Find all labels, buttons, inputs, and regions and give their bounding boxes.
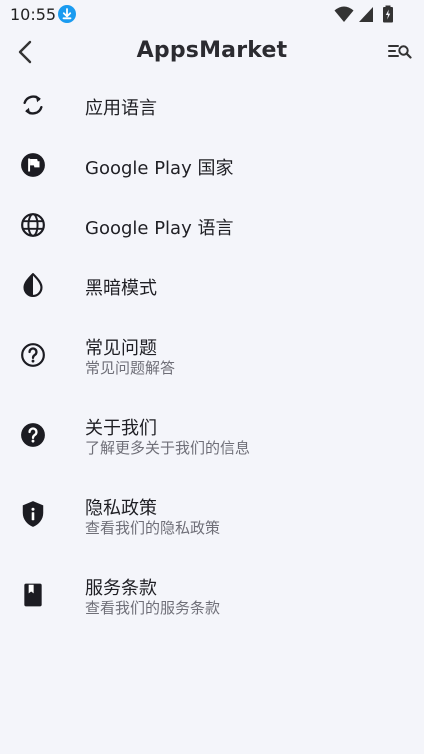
shield-info-icon (19, 500, 47, 528)
setting-play-country[interactable]: Google Play 国家 (0, 135, 424, 195)
setting-about-us[interactable]: 关于我们 了解更多关于我们的信息 (0, 405, 424, 475)
page-title: AppsMarket (136, 38, 288, 63)
download-icon (58, 5, 76, 23)
globe-icon (19, 211, 47, 239)
contrast-icon (19, 271, 47, 299)
help-filled-icon (19, 421, 47, 449)
refresh-icon (19, 91, 47, 119)
setting-terms-of-service[interactable]: 服务条款 查看我们的服务条款 (0, 565, 424, 635)
setting-title: Google Play 国家 (85, 158, 234, 179)
setting-faq[interactable]: 常见问题 常见问题解答 (0, 325, 424, 395)
setting-title: Google Play 语言 (85, 218, 234, 239)
battery-icon (383, 5, 393, 23)
setting-subtitle: 常见问题解答 (85, 359, 176, 377)
setting-subtitle: 查看我们的隐私政策 (85, 519, 221, 537)
setting-dark-mode[interactable]: 黑暗模式 (0, 255, 424, 315)
help-outline-icon (19, 341, 47, 369)
setting-privacy-policy[interactable]: 隐私政策 查看我们的隐私政策 (0, 485, 424, 555)
setting-subtitle: 了解更多关于我们的信息 (85, 439, 251, 457)
setting-subtitle: 查看我们的服务条款 (85, 599, 221, 617)
flag-icon (19, 151, 47, 179)
status-bar: 10:55 (0, 0, 424, 30)
status-time: 10:55 (10, 5, 57, 24)
setting-app-language[interactable]: 应用语言 (0, 75, 424, 135)
wifi-icon (334, 6, 354, 22)
app-bar: AppsMarket (0, 30, 424, 74)
setting-title: 应用语言 (85, 98, 157, 119)
setting-title: 黑暗模式 (85, 278, 157, 299)
search-list-icon (388, 45, 412, 59)
search-filter-button[interactable] (386, 38, 414, 66)
book-icon (19, 581, 47, 609)
signal-icon (359, 7, 373, 22)
setting-play-language[interactable]: Google Play 语言 (0, 195, 424, 255)
